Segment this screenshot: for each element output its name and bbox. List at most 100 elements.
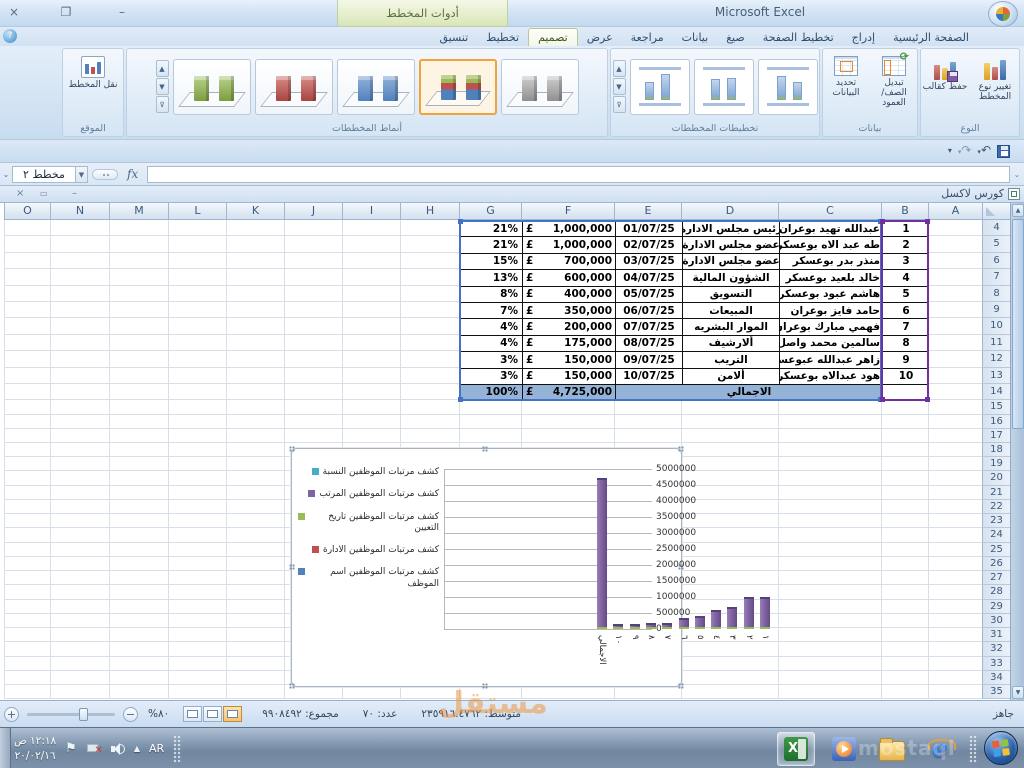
grid-cell[interactable] (881, 543, 928, 557)
row-header-7[interactable]: 7 (982, 269, 1010, 285)
cell-department[interactable]: رئيس مجلس الادارة (682, 220, 779, 236)
grid-cell[interactable] (109, 571, 168, 585)
cell-department[interactable]: التسويق (682, 286, 779, 302)
column-header-O[interactable]: O (4, 203, 50, 220)
grid-cell[interactable] (109, 415, 168, 429)
taskbar-explorer-button[interactable] (873, 732, 911, 766)
grid-cell[interactable] (109, 429, 168, 443)
formula-input[interactable] (147, 166, 1010, 183)
cell-number[interactable]: 2 (882, 236, 929, 252)
zoom-level[interactable]: ٨٠% (148, 708, 169, 720)
grid-cell[interactable] (928, 351, 982, 367)
row-header-27[interactable]: 27 (982, 571, 1010, 585)
legend-item-1[interactable]: كشف مرتبات الموظفين النسبة (298, 467, 439, 478)
workbook-close-icon[interactable]: × (16, 188, 24, 200)
grid-cell[interactable] (614, 400, 681, 414)
grid-cell[interactable] (4, 415, 50, 429)
cell-employee-name[interactable]: زاهر عبدالله عبوعسكر (779, 351, 882, 367)
grid-cell[interactable] (109, 302, 168, 318)
grid-cell[interactable] (50, 269, 109, 285)
tab-6[interactable]: عرض (578, 29, 622, 46)
grid-cell[interactable] (928, 457, 982, 471)
grid-cell[interactable] (168, 384, 226, 400)
cell-employee-name[interactable]: عبدالله تهيد بوعران (779, 220, 882, 236)
save-icon[interactable] (997, 145, 1010, 158)
grid-cell[interactable] (928, 585, 982, 599)
zoom-slider-thumb[interactable] (79, 708, 88, 721)
grid-cell[interactable] (226, 642, 284, 656)
cell-percentage[interactable]: 21% (460, 220, 522, 236)
column-header-G[interactable]: G (459, 203, 521, 220)
grid-cell[interactable] (400, 415, 459, 429)
grid-cell[interactable] (284, 351, 342, 367)
grid-cell[interactable] (109, 269, 168, 285)
column-header-D[interactable]: D (681, 203, 778, 220)
grid-cell[interactable] (226, 429, 284, 443)
close-icon[interactable]: × (6, 4, 22, 20)
grid-cell[interactable] (50, 368, 109, 384)
chart-plot-area[interactable]: 0500000100000015000002000000250000030000… (442, 449, 683, 688)
select-data-button[interactable]: تحديد البيانات (823, 52, 869, 122)
grid-cell[interactable] (4, 486, 50, 500)
cell-percentage[interactable]: 21% (460, 236, 522, 252)
cell-department[interactable]: ألامن (682, 368, 779, 384)
grid-cell[interactable] (168, 657, 226, 671)
grid-cell[interactable] (400, 236, 459, 252)
cell-salary[interactable]: £1,000,000 (522, 220, 615, 236)
chart-bar[interactable] (711, 610, 721, 629)
grid-cell[interactable] (168, 500, 226, 514)
grid-cell[interactable] (50, 600, 109, 614)
cell-hire-date[interactable]: 02/07/25 (615, 236, 682, 252)
column-header-K[interactable]: K (226, 203, 284, 220)
row-header-31[interactable]: 31 (982, 628, 1010, 642)
grid-cell[interactable] (4, 671, 50, 685)
grid-cell[interactable] (50, 557, 109, 571)
grid-cell[interactable] (226, 269, 284, 285)
grid-cell[interactable] (881, 500, 928, 514)
column-header-E[interactable]: E (614, 203, 681, 220)
cell-employee-name[interactable]: طه عبد الاه بوعسكر (779, 236, 882, 252)
cell-salary[interactable]: £700,000 (522, 253, 615, 269)
grid-cell[interactable] (226, 543, 284, 557)
grid-cell[interactable] (342, 415, 400, 429)
grid-cell[interactable] (226, 368, 284, 384)
grid-cell[interactable] (226, 335, 284, 351)
grid-cell[interactable] (4, 500, 50, 514)
formula-bar-chevron-icon[interactable]: ⌄ (0, 170, 12, 179)
cell-number[interactable]: 4 (882, 269, 929, 285)
grid-cell[interactable] (459, 429, 521, 443)
row-header-6[interactable]: 6 (982, 253, 1010, 269)
grid-cell[interactable] (881, 486, 928, 500)
chart-bar[interactable] (727, 607, 737, 629)
grid-cell[interactable] (168, 685, 226, 699)
grid-cell[interactable] (168, 400, 226, 414)
grid-cell[interactable] (50, 457, 109, 471)
grid-cell[interactable] (168, 471, 226, 485)
grid-cell[interactable] (928, 253, 982, 269)
grid-cell[interactable] (928, 543, 982, 557)
workbook-minimize-icon[interactable]: – (72, 188, 77, 200)
column-header-B[interactable]: B (881, 203, 928, 220)
cell-salary[interactable]: £350,000 (522, 302, 615, 318)
grid-cell[interactable] (4, 400, 50, 414)
grid-cell[interactable] (342, 351, 400, 367)
grid-cell[interactable] (4, 429, 50, 443)
grid-cell[interactable] (50, 628, 109, 642)
grid-cell[interactable] (50, 384, 109, 400)
grid-cell[interactable] (168, 253, 226, 269)
chart-layout-thumb-3[interactable] (758, 59, 818, 115)
grid-cell[interactable] (4, 443, 50, 457)
zoom-in-icon[interactable]: + (4, 707, 19, 722)
redo-icon[interactable]: ↷▾ (958, 141, 972, 161)
grid-cell[interactable] (168, 269, 226, 285)
grid-cell[interactable] (226, 253, 284, 269)
grid-cell[interactable] (109, 685, 168, 699)
grid-cell[interactable] (284, 286, 342, 302)
grid-cell[interactable] (881, 642, 928, 656)
cell-percentage[interactable]: 4% (460, 318, 522, 334)
column-header-I[interactable]: I (342, 203, 400, 220)
grid-cell[interactable] (50, 429, 109, 443)
grid-cell[interactable] (226, 614, 284, 628)
grid-cell[interactable] (168, 415, 226, 429)
grid-cell[interactable] (342, 253, 400, 269)
